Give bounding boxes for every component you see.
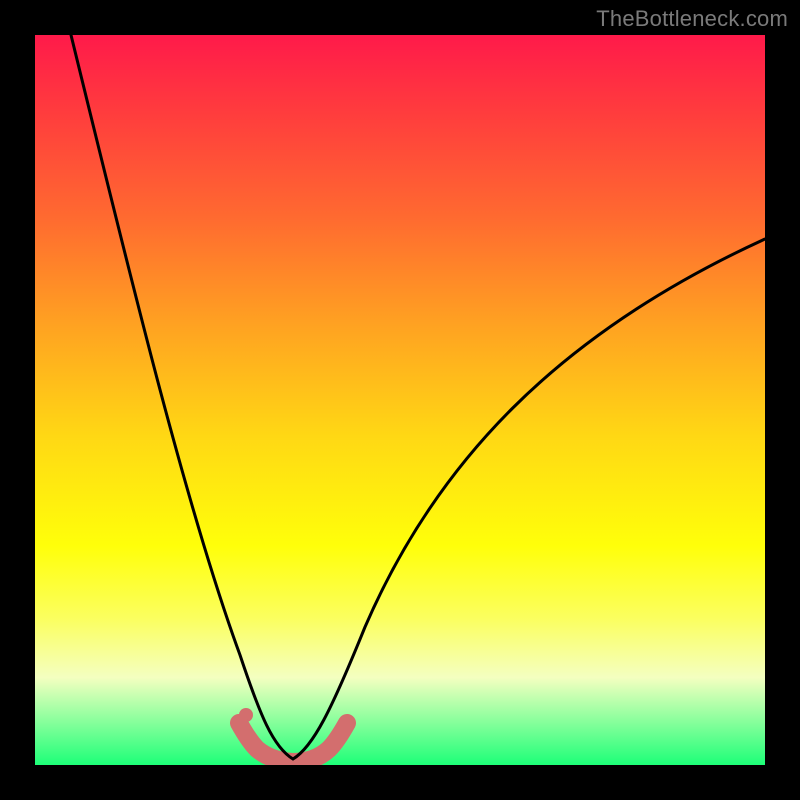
chart-frame: TheBottleneck.com <box>0 0 800 800</box>
bottleneck-curve <box>71 35 765 759</box>
curve-layer <box>35 35 765 765</box>
watermark-label: TheBottleneck.com <box>596 6 788 32</box>
plot-area <box>35 35 765 765</box>
dip-highlight <box>239 708 347 762</box>
